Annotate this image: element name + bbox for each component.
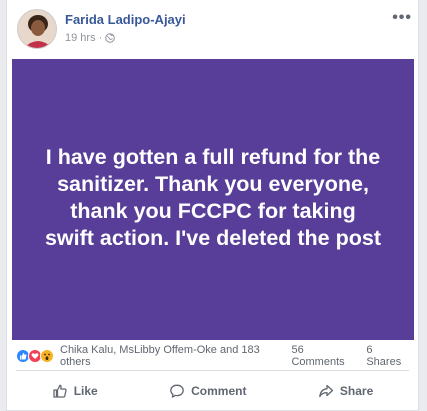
like-button[interactable]: Like (38, 379, 112, 403)
author-name[interactable]: Farida Ladipo-Ajayi (65, 12, 186, 27)
comment-label: Comment (191, 384, 247, 398)
share-label: Share (339, 384, 374, 398)
reaction-icons[interactable] (16, 349, 54, 363)
comment-icon (170, 384, 184, 398)
thumbs-up-icon (53, 384, 67, 398)
reactors-text[interactable]: Chika Kalu, MsLibby Offem-Oke and 183 ot… (60, 344, 291, 368)
divider (16, 370, 409, 371)
post-text: I have gotten a full refund for the sani… (44, 144, 382, 250)
post-meta: 19 hrs · (65, 32, 116, 44)
like-label: Like (73, 384, 98, 398)
globe-icon (105, 33, 116, 43)
wow-reaction-icon (40, 349, 54, 363)
stats-counts: 56 Comments 6 Shares (291, 344, 410, 368)
post-stats: Chika Kalu, MsLibby Offem-Oke and 183 ot… (16, 344, 410, 368)
shares-count[interactable]: 6 Shares (366, 344, 410, 368)
comments-count[interactable]: 56 Comments (291, 344, 359, 368)
share-button[interactable]: Share (304, 379, 387, 403)
post-time[interactable]: 19 hrs (65, 32, 96, 44)
post-header: Farida Ladipo-Ajayi 19 hrs · ••• (17, 9, 412, 49)
share-icon (319, 384, 334, 398)
action-bar: Like Comment Share (16, 376, 409, 406)
post-card: Farida Ladipo-Ajayi 19 hrs · ••• I have … (6, 0, 419, 411)
more-options-button[interactable]: ••• (392, 9, 412, 27)
meta-separator: · (98, 32, 103, 44)
comment-button[interactable]: Comment (155, 379, 260, 403)
post-background: I have gotten a full refund for the sani… (12, 59, 414, 340)
avatar[interactable] (17, 9, 57, 49)
